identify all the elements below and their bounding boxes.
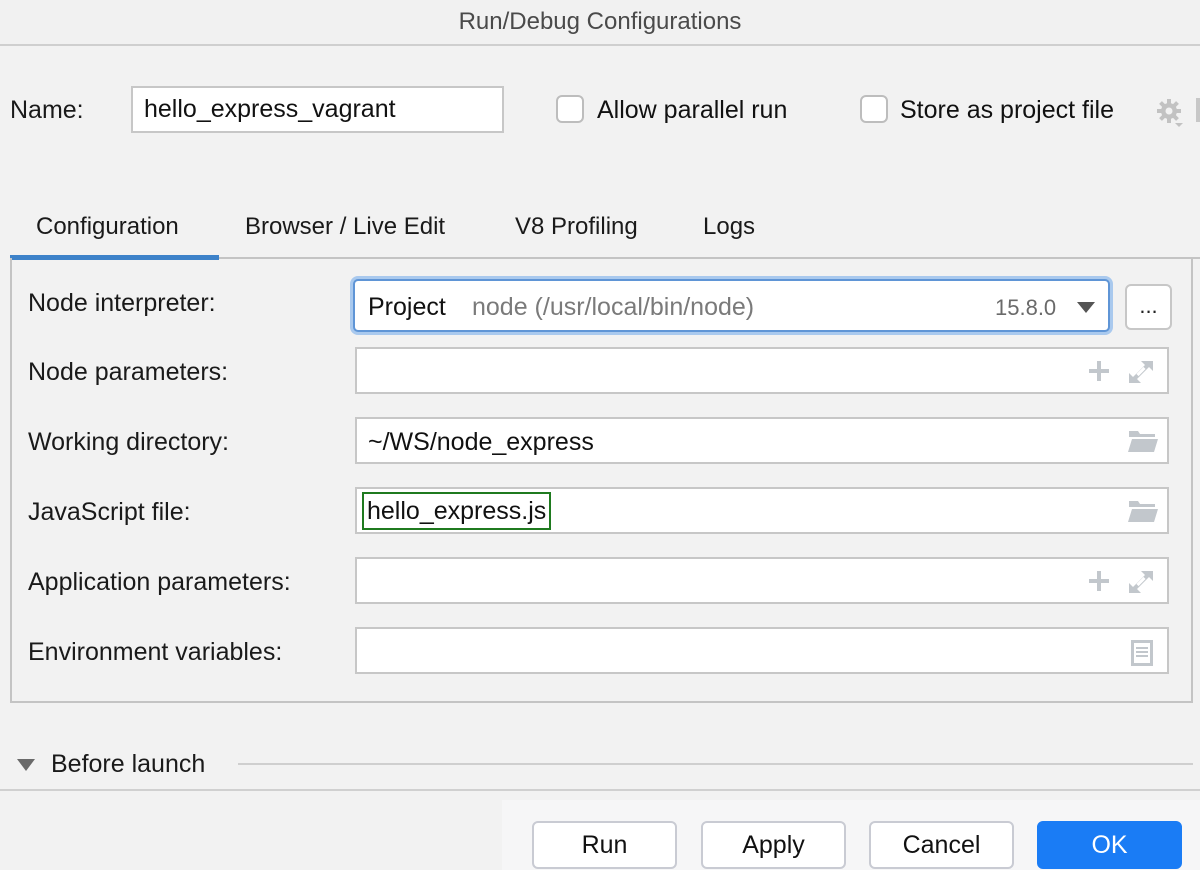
application-parameters-field[interactable] [355, 557, 1169, 604]
folder-icon[interactable] [1127, 499, 1159, 528]
before-launch-label[interactable]: Before launch [51, 750, 205, 779]
gear-icon[interactable] [1155, 97, 1185, 127]
javascript-file-value[interactable]: hello_express.js [362, 492, 552, 530]
browse-interpreter-button[interactable]: ... [1125, 284, 1172, 330]
document-icon[interactable] [1130, 639, 1154, 672]
javascript-file-field[interactable]: hello_express.js [355, 487, 1169, 534]
interpreter-scope: Project [368, 293, 446, 321]
name-row: Name: Allow parallel run Store as projec… [0, 86, 1200, 134]
chevron-down-icon[interactable] [1077, 302, 1095, 313]
folder-icon[interactable] [1127, 429, 1159, 458]
store-as-project-file-checkbox[interactable] [860, 95, 888, 123]
tab-logs[interactable]: Logs [703, 213, 755, 241]
environment-variables-label: Environment variables: [28, 638, 283, 666]
tab-browser-live-edit[interactable]: Browser / Live Edit [245, 213, 445, 241]
ok-button[interactable]: OK [1037, 821, 1182, 869]
tab-configuration[interactable]: Configuration [36, 213, 179, 241]
plus-icon[interactable] [1087, 569, 1111, 598]
node-interpreter-label: Node interpreter: [28, 289, 216, 317]
tab-bar: Configuration Browser / Live Edit V8 Pro… [10, 205, 1200, 261]
apply-button[interactable]: Apply [701, 821, 846, 869]
javascript-file-label: JavaScript file: [28, 498, 191, 526]
node-parameters-label: Node parameters: [28, 358, 229, 386]
working-directory-field[interactable]: ~/WS/node_express [355, 417, 1169, 464]
environment-variables-field[interactable] [355, 627, 1169, 674]
working-directory-label: Working directory: [28, 428, 229, 456]
triangle-down-icon[interactable] [17, 759, 35, 771]
expand-icon[interactable] [1127, 569, 1155, 600]
working-directory-value[interactable]: ~/WS/node_express [368, 428, 594, 457]
cancel-button[interactable]: Cancel [869, 821, 1014, 869]
allow-parallel-run-checkbox[interactable] [556, 95, 584, 123]
store-as-project-file-label[interactable]: Store as project file [900, 96, 1114, 125]
node-interpreter-select[interactable]: Project node (/usr/local/bin/node) 15.8.… [353, 279, 1110, 332]
run-button[interactable]: Run [532, 821, 677, 869]
tab-v8-profiling[interactable]: V8 Profiling [515, 213, 638, 241]
name-label: Name: [10, 96, 84, 124]
footer-divider [0, 789, 1200, 791]
expand-icon[interactable] [1127, 359, 1155, 390]
application-parameters-label: Application parameters: [28, 568, 291, 596]
edge-mark [1196, 98, 1200, 122]
window-title: Run/Debug Configurations [0, 0, 1200, 46]
allow-parallel-run-label[interactable]: Allow parallel run [597, 96, 787, 125]
name-input[interactable] [131, 86, 504, 133]
before-launch-divider [238, 763, 1193, 765]
interpreter-version: 15.8.0 [995, 295, 1057, 320]
before-launch-section: Before launch [0, 745, 1200, 785]
plus-icon[interactable] [1087, 359, 1111, 388]
node-parameters-field[interactable] [355, 347, 1169, 394]
interpreter-path: node (/usr/local/bin/node) [472, 293, 755, 321]
